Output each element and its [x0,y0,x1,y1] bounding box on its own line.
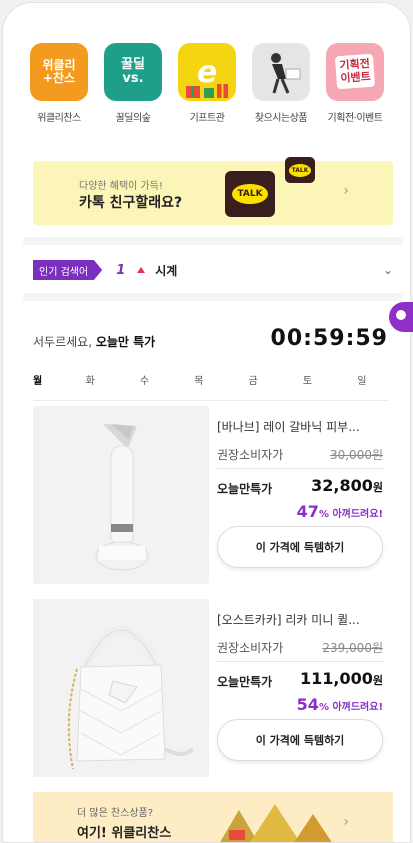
section-divider [23,293,403,301]
weekly-chance-icon: 위클리 +찬스 [30,43,88,101]
product-card[interactable]: [바나브] 레이 갈바닉 피부... 권장소비자가 30,000원 오늘만특가 … [33,406,389,584]
chevron-right-icon: › [343,183,349,199]
category-label: 꿀딜의숲 [115,113,151,124]
retail-price-label: 권장소비자가 [217,641,284,655]
weekly-chance-banner-subtitle: 더 많은 찬스상품? [77,808,154,819]
popular-search-tag: 인기 검색어 [33,260,103,280]
category-events[interactable]: 기획전 이벤트 기획전·이벤트 [323,43,387,124]
product-name[interactable]: [오스트카카] 리카 미니 퀼... [217,611,385,628]
today-price-label: 오늘만특가 [217,482,273,496]
product-card[interactable]: [오스트카카] 리카 미니 퀼... 권장소비자가 239,000원 오늘만특가… [33,599,389,777]
product-image[interactable] [33,599,209,777]
category-honey-deal[interactable]: 꿀딜 vs. 꿀딜의숲 [101,43,165,124]
weekday-tabs: 월 화 수 목 금 토 일 [33,363,389,401]
tent-illustration-icon [220,804,332,842]
popular-search-bar[interactable]: 인기 검색어 1 시계 ⌄ [33,259,393,281]
discount-rate: 54% 아껴드려요! [296,695,383,714]
tab-tuesday[interactable]: 화 [63,363,117,400]
category-label: 위클리찬스 [37,113,81,124]
kakao-banner-subtitle: 다양한 혜택이 가득! [79,181,163,192]
kakao-talk-small-icon: TALK [285,157,315,183]
retail-price: 30,000원 [329,448,383,462]
app-frame: 위클리 +찬스 위클리찬스 꿀딜 vs. 꿀딜의숲 e 기프트관 찾으시는상품 … [2,2,411,843]
rank-up-icon [137,267,146,273]
weekly-chance-banner-title: 여기! 위클리찬스 [77,826,172,841]
category-weekly-chance[interactable]: 위클리 +찬스 위클리찬스 [27,43,91,124]
tab-monday[interactable]: 월 [33,363,63,400]
today-price: 32,800원 [311,476,383,495]
category-label: 찾으시는상품 [254,113,308,124]
buy-at-this-price-button[interactable]: 이 가격에 득템하기 [217,719,383,761]
buy-at-this-price-button[interactable]: 이 가격에 득템하기 [217,526,383,568]
product-image[interactable] [33,406,209,584]
chevron-down-icon[interactable]: ⌄ [383,263,393,277]
retail-price-label: 권장소비자가 [217,448,284,462]
category-label: 기프트관 [189,113,225,124]
countdown-timer: 00:59:59 [270,326,388,351]
retail-price: 239,000원 [322,641,383,655]
gift-box-icon: e [178,43,236,101]
today-price-label: 오늘만특가 [217,675,273,689]
popular-search-keyword: 시계 [155,263,178,278]
category-gift[interactable]: e 기프트관 [175,43,239,124]
tab-saturday[interactable]: 토 [280,363,334,400]
scroll-handle[interactable] [389,302,413,332]
tab-friday[interactable]: 금 [226,363,280,400]
tab-wednesday[interactable]: 수 [117,363,171,400]
product-name[interactable]: [바나브] 레이 갈바닉 피부... [217,418,385,435]
discount-rate: 47% 아껴드려요! [296,502,383,521]
kakao-banner-title: 카톡 친구할래요? [79,195,183,211]
tab-sunday[interactable]: 일 [335,363,389,400]
tab-thursday[interactable]: 목 [172,363,226,400]
person-search-icon [252,43,310,101]
section-divider [23,237,403,245]
popular-search-rank: 1 [116,262,126,278]
category-shortcuts: 위클리 +찬스 위클리찬스 꿀딜 vs. 꿀딜의숲 e 기프트관 찾으시는상품 … [27,43,387,124]
category-search-products[interactable]: 찾으시는상품 [249,43,313,124]
deal-title: 서두르세요, 오늘만 특가 [33,335,156,349]
chevron-right-icon: › [343,814,349,830]
price-divider [217,661,385,662]
today-price: 111,000원 [300,669,383,688]
kakao-friend-banner[interactable]: 다양한 혜택이 가득! 카톡 친구할래요? TALK TALK › [33,157,393,225]
honey-deal-icon: 꿀딜 vs. [104,43,162,101]
category-label: 기획전·이벤트 [327,113,383,124]
weekly-chance-banner[interactable]: 더 많은 찬스상품? 여기! 위클리찬스 › [33,792,393,842]
event-ticket-icon: 기획전 이벤트 [326,43,384,101]
kakao-talk-icon: TALK [225,171,275,217]
price-divider [217,468,385,469]
